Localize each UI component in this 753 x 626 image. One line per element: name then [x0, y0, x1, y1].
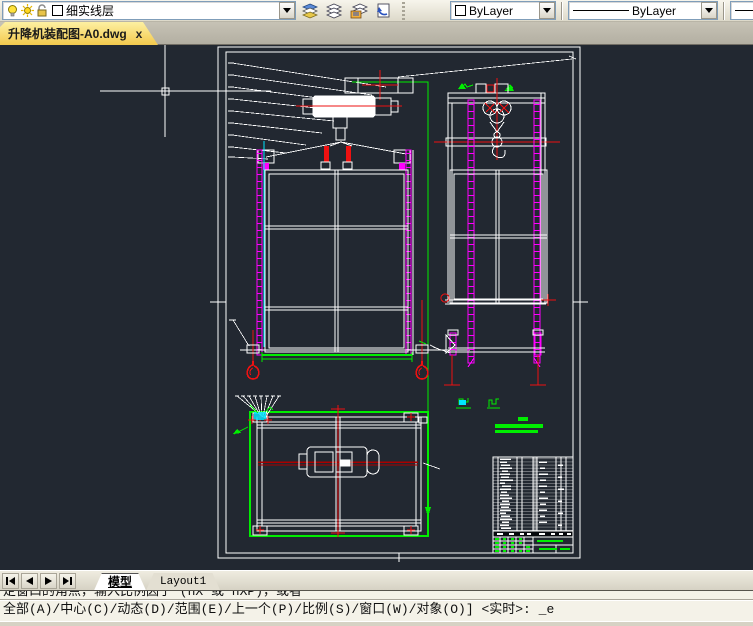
plan-view	[233, 395, 441, 537]
next-tab-icon	[45, 576, 52, 585]
layer-control[interactable]: 细实线层	[2, 1, 296, 20]
crosshair-cursor	[100, 45, 271, 137]
layer-dropdown-button[interactable]	[279, 2, 295, 19]
make-object-layer-current-button[interactable]	[324, 1, 345, 21]
hoist-assembly	[296, 70, 414, 141]
parts-list-table	[492, 456, 574, 554]
anchor-rods	[444, 355, 546, 386]
document-tab-bar: 升降机装配图-A0.dwg x	[0, 22, 753, 45]
toolbar-separator	[561, 2, 563, 20]
title-block	[492, 536, 574, 554]
last-tab-button[interactable]	[59, 572, 76, 589]
linetype-value: ByLayer	[632, 3, 677, 18]
layer-previous-icon	[376, 3, 389, 18]
toolbar-separator	[723, 2, 725, 20]
chevron-down-icon	[283, 8, 291, 13]
drawing-canvas[interactable]	[0, 45, 753, 570]
prev-tab-button[interactable]	[21, 572, 38, 589]
front-view	[228, 55, 577, 517]
close-icon[interactable]: x	[136, 27, 143, 41]
weld-symbols	[456, 398, 543, 433]
autocad-window: 细实线层 ByLayer ByLayer 升降机装配图-A0.dwg x 模型 …	[0, 0, 753, 626]
chevron-down-icon	[705, 8, 713, 13]
command-window[interactable]: 定窗口的角点，输入比例因子 (nX 或 nXP)，或者 全部(A)/中心(C)/…	[0, 590, 753, 621]
tab-layout1[interactable]: Layout1	[146, 573, 220, 591]
document-tab[interactable]: 升降机装配图-A0.dwg x	[0, 22, 158, 45]
scale-bars	[495, 417, 543, 433]
command-history-line: 定窗口的角点，输入比例因子 (nX 或 nXP)，或者	[3, 590, 303, 599]
sun-icon[interactable]	[21, 4, 34, 17]
chevron-down-icon	[543, 8, 551, 13]
base-frame	[261, 352, 413, 362]
layer-properties-button[interactable]	[300, 1, 321, 21]
linetype-dropdown-button[interactable]	[701, 2, 717, 19]
color-control[interactable]: ByLayer	[450, 1, 556, 20]
leader-lines	[228, 55, 577, 354]
sling-cables	[265, 141, 407, 158]
cage-front	[264, 169, 409, 353]
layer-name: 细实线层	[66, 4, 115, 18]
layer-states-button[interactable]	[348, 1, 369, 21]
layers-stack-icon	[302, 3, 319, 19]
color-value: ByLayer	[469, 3, 514, 18]
status-strip	[0, 621, 753, 626]
hanger-rods	[320, 146, 353, 170]
color-swatch	[455, 5, 466, 16]
dimension-lines	[352, 81, 431, 517]
prev-tab-icon	[26, 576, 33, 585]
tab-model[interactable]: 模型	[94, 573, 146, 591]
bulb-icon[interactable]	[6, 4, 19, 17]
lock-icon[interactable]	[36, 4, 48, 17]
side-view	[434, 78, 560, 386]
layer-previous-button[interactable]	[372, 1, 393, 21]
layout-tab-bar: 模型 Layout1	[0, 570, 753, 590]
layers-dialog-icon	[350, 3, 368, 19]
last-tab-icon	[63, 576, 72, 585]
lineweight-control[interactable]	[730, 1, 753, 20]
side-rails	[467, 99, 541, 368]
toolbar-grip[interactable]	[400, 2, 407, 20]
layer-color-swatch[interactable]	[52, 5, 63, 16]
layers-plain-icon	[326, 3, 343, 19]
command-input-line[interactable]: 全部(A)/中心(C)/动态(D)/范围(E)/上一个(P)/比例(S)/窗口(…	[0, 601, 753, 618]
layers-properties-toolbar: 细实线层 ByLayer ByLayer	[0, 0, 753, 22]
lineweight-sample	[735, 10, 753, 11]
linetype-control[interactable]: ByLayer	[568, 1, 718, 20]
first-tab-button[interactable]	[2, 572, 19, 589]
trolley	[458, 83, 514, 94]
linetype-sample	[573, 10, 629, 11]
document-title: 升降机装配图-A0.dwg	[8, 27, 127, 41]
lower-bracket	[445, 329, 545, 356]
highlight-node	[254, 412, 266, 420]
next-tab-button[interactable]	[40, 572, 57, 589]
cage-side	[449, 169, 548, 304]
color-dropdown-button[interactable]	[539, 2, 555, 19]
first-tab-icon	[6, 576, 15, 585]
assembly-drawing	[100, 45, 588, 562]
